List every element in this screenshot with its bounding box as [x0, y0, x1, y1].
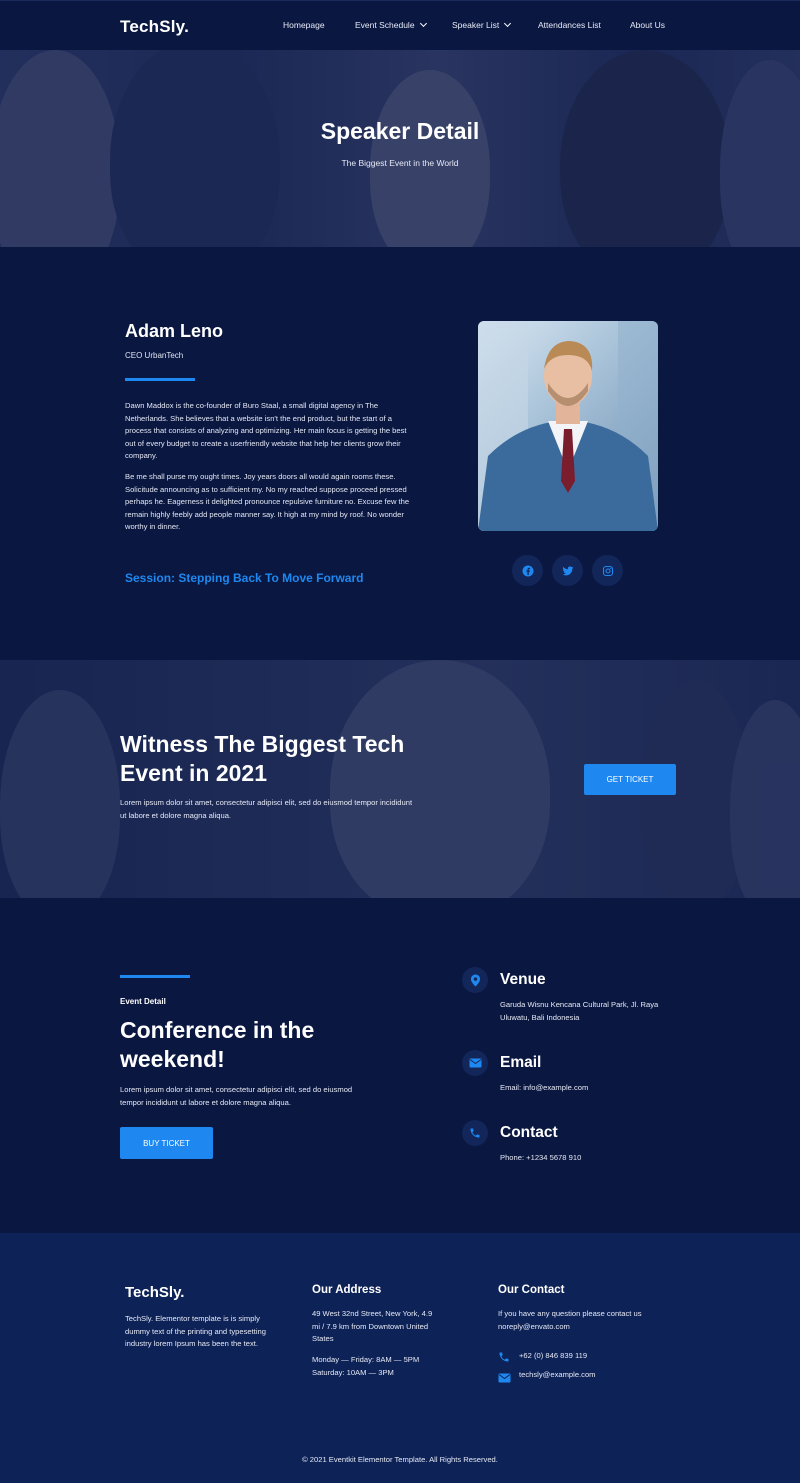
envelope-icon [498, 1373, 511, 1383]
speaker-bio-paragraph: Dawn Maddox is the co-founder of Buro St… [125, 401, 407, 461]
speaker-session-link[interactable]: Session: Stepping Back To Move Forward [125, 571, 363, 585]
facebook-icon [522, 565, 533, 576]
venue-title: Venue [500, 971, 546, 988]
contact-title: Contact [500, 1124, 558, 1141]
envelope-icon [469, 1058, 481, 1068]
email-text: Email: info@example.com [500, 1083, 589, 1092]
footer-email[interactable]: techsly@example.com [519, 1369, 596, 1382]
instagram-button[interactable] [592, 555, 623, 586]
footer-about: TechSly. Elementor template is is simply… [125, 1314, 266, 1349]
speaker-photo [478, 321, 658, 531]
phone-icon [499, 1352, 509, 1362]
twitter-icon [562, 565, 573, 575]
nav-event-schedule[interactable]: Event Schedule [355, 19, 427, 30]
footer-contact-text: If you have any question please contact … [498, 1309, 642, 1331]
footer-email-icon-wrap [498, 1370, 511, 1388]
nav-homepage[interactable]: Homepage [283, 20, 325, 30]
phone-icon [470, 1128, 480, 1138]
footer-contact-title: Our Contact [498, 1284, 565, 1296]
contact-text: Phone: +1234 5678 910 [500, 1153, 582, 1162]
cta-text: Lorem ipsum dolor sit amet, consectetur … [120, 798, 413, 820]
accent-divider [120, 975, 190, 978]
email-icon-wrap [462, 1050, 488, 1076]
speaker-name: Adam Leno [125, 321, 224, 341]
buy-ticket-button[interactable]: BUY TICKET [120, 1127, 213, 1159]
accent-divider [125, 378, 195, 381]
get-ticket-button[interactable]: GET TICKET [584, 764, 676, 795]
page-title: Speaker Detail [320, 118, 480, 144]
speaker-role: CEO UrbanTech [125, 351, 184, 360]
event-text: Lorem ipsum dolor sit amet, consectetur … [120, 1085, 353, 1107]
nav-attendances-list[interactable]: Attendances List [538, 20, 601, 30]
event-detail-label: Event Detail [120, 997, 166, 1006]
footer-address-title: Our Address [312, 1284, 382, 1296]
footer-hours: Saturday: 10AM — 3PM [312, 1368, 394, 1377]
page-subtitle: The Biggest Event in the World [341, 158, 459, 168]
venue-icon-wrap [462, 967, 488, 993]
facebook-button[interactable] [512, 555, 543, 586]
nav-label: Speaker List [452, 20, 500, 30]
cta-title: Witness The Biggest Tech Event in 2021 [120, 731, 405, 786]
hero-overlay [0, 50, 800, 247]
contact-icon-wrap [462, 1120, 488, 1146]
footer-phone-icon-wrap [498, 1350, 510, 1368]
speaker-portrait [478, 321, 658, 531]
site-logo[interactable]: TechSly. [120, 17, 189, 37]
site-header: TechSly. Homepage Event Schedule Speaker… [0, 0, 800, 50]
nav-label: Event Schedule [355, 20, 415, 30]
copyright: © 2021 Eventkit Elementor Template. All … [302, 1455, 498, 1464]
venue-text: Garuda Wisnu Kencana Cultural Park, Jl. … [500, 1000, 659, 1022]
footer-logo[interactable]: TechSly. [125, 1284, 184, 1301]
footer-phone[interactable]: +62 (0) 846 839 119 [519, 1350, 587, 1363]
speaker-bio-paragraph: Be me shall purse my ought times. Joy ye… [125, 472, 410, 532]
nav-about-us[interactable]: About Us [630, 20, 665, 30]
footer-address: 49 West 32nd Street, New York, 4.9 mi / … [312, 1309, 433, 1344]
twitter-button[interactable] [552, 555, 583, 586]
map-pin-icon [470, 974, 480, 986]
chevron-down-icon [419, 19, 427, 28]
nav-speaker-list[interactable]: Speaker List [452, 19, 512, 30]
hero-banner [0, 50, 800, 247]
instagram-icon [602, 565, 613, 576]
event-title: Conference in the weekend! [120, 1017, 315, 1072]
footer-hours: Monday — Friday: 8AM — 5PM [312, 1355, 420, 1364]
chevron-down-icon [504, 19, 512, 28]
email-title: Email [500, 1054, 542, 1071]
